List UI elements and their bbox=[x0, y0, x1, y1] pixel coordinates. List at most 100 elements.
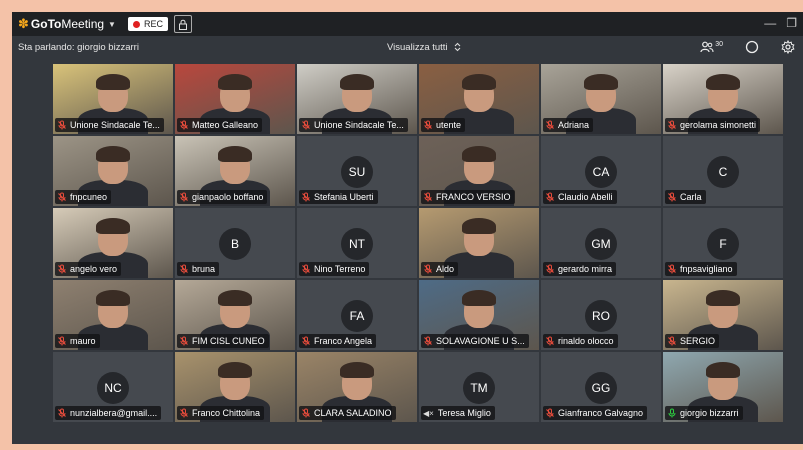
rec-label: REC bbox=[143, 19, 163, 29]
participants-button[interactable]: 30 bbox=[700, 41, 723, 53]
participant-tile[interactable]: gianpaolo boffano bbox=[175, 136, 295, 206]
participant-avatar: NC bbox=[97, 372, 129, 404]
view-all-selector[interactable]: Visualizza tutti bbox=[387, 42, 461, 53]
muted-mic-icon bbox=[180, 192, 188, 202]
gear-icon[interactable] bbox=[781, 40, 795, 54]
participant-tile[interactable]: Aldo bbox=[419, 208, 539, 278]
participant-tile[interactable]: fnpcuneo bbox=[53, 136, 173, 206]
participant-tile[interactable]: Matteo Galleano bbox=[175, 64, 295, 134]
participant-name: Teresa Miglio bbox=[437, 408, 491, 418]
participant-name-label: SERGIO bbox=[665, 334, 720, 348]
gotomeeting-window: ✽ GoTo Meeting ▼ REC — ❐ Sta parlando: g… bbox=[12, 12, 803, 444]
participant-name: fnpsavigliano bbox=[680, 264, 733, 274]
gotomeeting-logo-icon: ✽ bbox=[18, 16, 29, 31]
participant-avatar: GM bbox=[585, 228, 617, 260]
participant-tile[interactable]: Bbruna bbox=[175, 208, 295, 278]
muted-mic-icon bbox=[546, 192, 554, 202]
participant-name-label: gerolama simonetti bbox=[665, 118, 761, 132]
participant-avatar: GG bbox=[585, 372, 617, 404]
participant-name-label: CLARA SALADINO bbox=[299, 406, 396, 420]
participant-name: Unione Sindacale Te... bbox=[314, 120, 404, 130]
participant-tile[interactable]: FRANCO VERSIO bbox=[419, 136, 539, 206]
participant-name-label: bruna bbox=[177, 262, 220, 276]
chevron-down-icon: ▼ bbox=[108, 19, 116, 29]
participant-tile[interactable]: GG Gianfranco Galvagno bbox=[541, 352, 661, 422]
lock-button[interactable] bbox=[173, 15, 192, 33]
participant-name: bruna bbox=[192, 264, 216, 274]
participant-name: Claudio Abelli bbox=[558, 192, 613, 202]
participant-tile[interactable]: Franco Chittolina bbox=[175, 352, 295, 422]
participant-tile[interactable]: Unione Sindacale Te... bbox=[297, 64, 417, 134]
participant-tile[interactable]: Ffnpsavigliano bbox=[663, 208, 783, 278]
participant-tile[interactable]: NT Nino Terreno bbox=[297, 208, 417, 278]
participant-name: Nino Terreno bbox=[314, 264, 366, 274]
gotomeeting-menu[interactable]: ✽ GoTo Meeting ▼ bbox=[18, 16, 116, 32]
participant-name: rinaldo olocco bbox=[558, 336, 614, 346]
participant-name: gianpaolo boffano bbox=[192, 192, 264, 202]
participant-tile[interactable]: FA Franco Angela bbox=[297, 280, 417, 350]
muted-mic-icon bbox=[180, 336, 188, 346]
participant-name: FIM CISL CUNEO bbox=[192, 336, 265, 346]
participant-avatar: NT bbox=[341, 228, 373, 260]
participant-name-label: fnpcuneo bbox=[55, 190, 112, 204]
participant-tile[interactable]: TM ◀× Teresa Miglio bbox=[419, 352, 539, 422]
participant-tile[interactable]: Adriana bbox=[541, 64, 661, 134]
participant-name: Unione Sindacale Te... bbox=[70, 120, 160, 130]
participant-tile[interactable]: SU Stefania Uberti bbox=[297, 136, 417, 206]
participant-name-label: Unione Sindacale Te... bbox=[55, 118, 164, 132]
participant-tile[interactable]: SOLAVAGIONE U S... bbox=[419, 280, 539, 350]
participant-tile[interactable]: utente bbox=[419, 64, 539, 134]
muted-mic-icon bbox=[58, 192, 66, 202]
participant-tile[interactable]: giorgio bizzarri bbox=[663, 352, 783, 422]
participant-name: Franco Angela bbox=[314, 336, 373, 346]
muted-mic-icon bbox=[180, 120, 188, 130]
participant-tile[interactable]: angelo vero bbox=[53, 208, 173, 278]
muted-mic-icon bbox=[546, 264, 554, 274]
muted-mic-icon bbox=[546, 120, 554, 130]
participant-name: Adriana bbox=[558, 120, 590, 130]
participant-name-label: gianpaolo boffano bbox=[177, 190, 268, 204]
participant-tile[interactable]: mauro bbox=[53, 280, 173, 350]
restore-icon[interactable]: ❐ bbox=[786, 16, 797, 30]
participant-tile[interactable]: FIM CISL CUNEO bbox=[175, 280, 295, 350]
meeting-subbar: Sta parlando: giorgio bizzarri Visualizz… bbox=[12, 36, 803, 58]
minimize-icon[interactable]: — bbox=[764, 16, 776, 30]
participant-avatar: CA bbox=[585, 156, 617, 188]
muted-mic-icon bbox=[302, 120, 310, 130]
participant-tile[interactable]: Unione Sindacale Te... bbox=[53, 64, 173, 134]
participant-name: Stefania Uberti bbox=[314, 192, 374, 202]
participant-tile[interactable]: NC nunzialbera@gmail.... bbox=[53, 352, 173, 422]
participant-name-label: Carla bbox=[665, 190, 706, 204]
participant-name: gerardo mirra bbox=[558, 264, 613, 274]
participant-tile[interactable]: CLARA SALADINO bbox=[297, 352, 417, 422]
participant-name: nunzialbera@gmail.... bbox=[70, 408, 158, 418]
participant-tile[interactable]: SERGIO bbox=[663, 280, 783, 350]
chat-icon[interactable] bbox=[745, 40, 759, 54]
participant-name: gerolama simonetti bbox=[680, 120, 757, 130]
participant-tile[interactable]: GM gerardo mirra bbox=[541, 208, 661, 278]
participant-tile[interactable]: RO rinaldo olocco bbox=[541, 280, 661, 350]
people-icon bbox=[700, 41, 714, 53]
rec-button[interactable]: REC bbox=[127, 17, 168, 31]
muted-mic-icon bbox=[302, 264, 310, 274]
participant-name-label: Unione Sindacale Te... bbox=[299, 118, 408, 132]
participant-name-label: Gianfranco Galvagno bbox=[543, 406, 648, 420]
muted-mic-icon bbox=[668, 336, 676, 346]
participant-name: Carla bbox=[680, 192, 702, 202]
participant-name-label: fnpsavigliano bbox=[665, 262, 737, 276]
participant-name: fnpcuneo bbox=[70, 192, 108, 202]
muted-mic-icon bbox=[302, 336, 310, 346]
participant-name-label: mauro bbox=[55, 334, 100, 348]
participant-avatar: C bbox=[707, 156, 739, 188]
participant-name-label: Franco Angela bbox=[299, 334, 377, 348]
participant-tile[interactable]: CA Claudio Abelli bbox=[541, 136, 661, 206]
participant-name-label: nunzialbera@gmail.... bbox=[55, 406, 162, 420]
participant-name-label: Franco Chittolina bbox=[177, 406, 265, 420]
speaking-indicator: Sta parlando: giorgio bizzarri bbox=[18, 41, 139, 53]
participant-tile[interactable]: C Carla bbox=[663, 136, 783, 206]
muted-mic-icon bbox=[546, 408, 554, 418]
participant-name-label: Nino Terreno bbox=[299, 262, 370, 276]
participant-name-label: gerardo mirra bbox=[543, 262, 617, 276]
participant-tile[interactable]: gerolama simonetti bbox=[663, 64, 783, 134]
participant-name-label: Claudio Abelli bbox=[543, 190, 617, 204]
